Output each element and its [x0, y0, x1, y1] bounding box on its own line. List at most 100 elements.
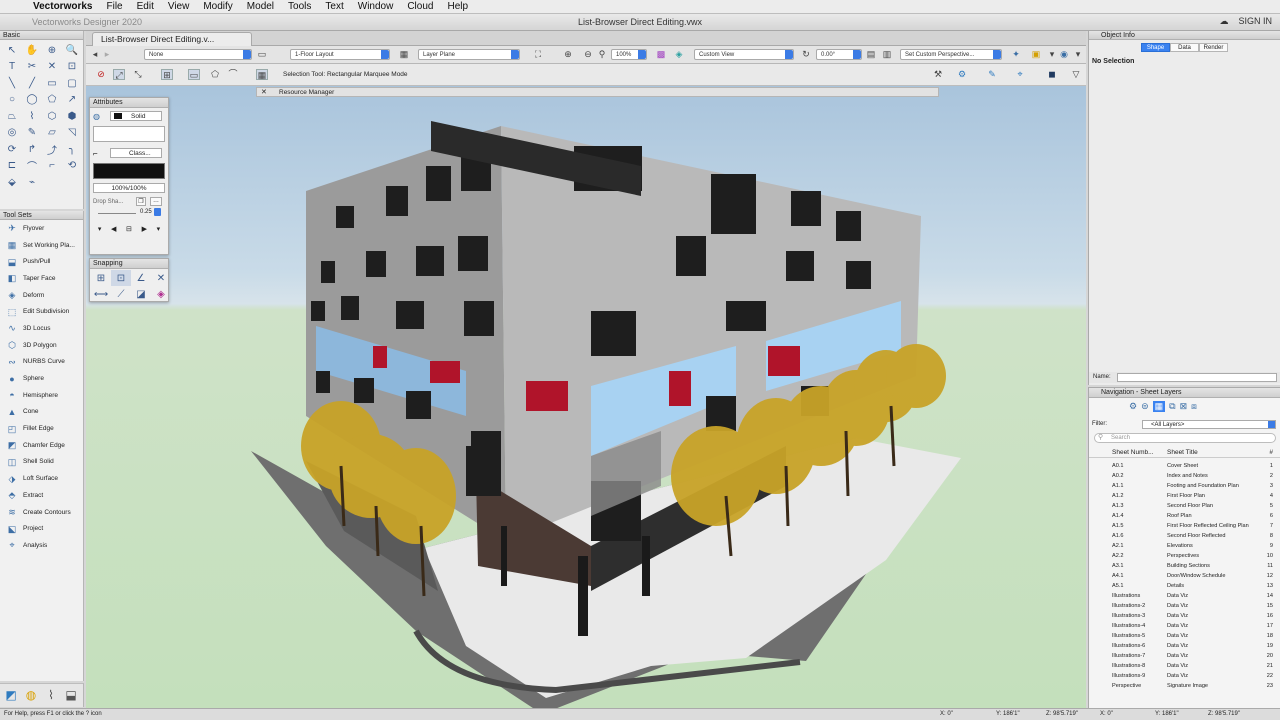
basic-tool-0-icon[interactable]: ↖: [2, 42, 22, 59]
basic-tool-17-icon[interactable]: ⌇: [22, 108, 42, 125]
tool-set-item[interactable]: ◩ Chamfer Edge: [0, 437, 83, 454]
basic-tool-27-icon[interactable]: ╮: [62, 141, 82, 158]
basic-tool-26-icon[interactable]: ⤴: [42, 141, 62, 158]
collapse-icon[interactable]: ▽: [1070, 69, 1082, 80]
lasso-marquee-icon[interactable]: ⌒: [227, 69, 239, 80]
tool-set-3d-modeling-icon[interactable]: ◩: [3, 687, 19, 703]
tool-set-item[interactable]: ◰ Fillet Edge: [0, 420, 83, 437]
snap-angle-icon[interactable]: ∠: [131, 270, 151, 286]
tool-set-visualization-icon[interactable]: ◍: [23, 687, 39, 703]
basic-tool-5-icon[interactable]: ✂: [22, 59, 42, 76]
more-icon[interactable]: ▾: [1072, 49, 1084, 60]
tool-set-item[interactable]: ⬓ Push/Pull: [0, 253, 83, 270]
sheet-layer-row[interactable]: A1.3 Second Floor Plan 5: [1089, 501, 1280, 511]
view-select[interactable]: Custom View: [694, 49, 794, 60]
camera-icon[interactable]: ⌖: [1014, 69, 1026, 80]
menu-tools[interactable]: Tools: [281, 1, 318, 12]
layer-options-icon[interactable]: ▦: [398, 49, 410, 60]
snap-working-plane-icon[interactable]: ◈: [151, 286, 171, 302]
tab-data[interactable]: Data: [1170, 43, 1199, 52]
basic-tool-30-icon[interactable]: ⌐: [42, 158, 62, 175]
tab-shape[interactable]: Shape: [1141, 43, 1170, 52]
flyover-icon[interactable]: ⚙: [956, 69, 968, 80]
menu-text[interactable]: Text: [318, 1, 350, 12]
drop-shadow-toggle[interactable]: ❐: [136, 197, 146, 206]
class-select[interactable]: None: [144, 49, 252, 60]
back-icon[interactable]: ◂: [89, 49, 101, 60]
tool-set-item[interactable]: ⬡ 3D Polygon: [0, 337, 83, 354]
sheet-layer-row[interactable]: Illustrations-3 Data Viz 16: [1089, 611, 1280, 621]
clip-cube-icon[interactable]: ⚒: [932, 69, 944, 80]
menu-window[interactable]: Window: [351, 1, 401, 12]
tool-set-item[interactable]: ⬘ Extract: [0, 487, 83, 504]
basic-tool-25-icon[interactable]: ↱: [22, 141, 42, 158]
tab-render[interactable]: Render: [1199, 43, 1228, 52]
drop-shadow-options[interactable]: …: [150, 197, 162, 206]
basic-tool-6-icon[interactable]: ✕: [42, 59, 62, 76]
fill-preview[interactable]: [93, 126, 165, 142]
pen-style-select[interactable]: Class...: [110, 148, 162, 158]
search-input[interactable]: Search: [1094, 433, 1276, 443]
sheet-layer-row[interactable]: Illustrations Data Viz 14: [1089, 591, 1280, 601]
menu-edit[interactable]: Edit: [130, 1, 161, 12]
tool-set-item[interactable]: ◫ Shell Solid: [0, 454, 83, 471]
tool-set-item[interactable]: ⬚ Edit Subdivision: [0, 303, 83, 320]
arrowheads-row[interactable]: ▾ ◀ ⊟ ▶ ▾: [93, 225, 165, 235]
tool-set-item[interactable]: ● Sphere: [0, 370, 83, 387]
page-icon[interactable]: ▥: [881, 49, 893, 60]
thickness-slider[interactable]: [98, 213, 136, 214]
pen-preview[interactable]: [93, 163, 165, 179]
snap-grid-icon[interactable]: ⊞: [91, 270, 111, 286]
sheet-layer-row[interactable]: A1.6 Second Floor Reflected 8: [1089, 531, 1280, 541]
tool-set-item[interactable]: ∿ 3D Locus: [0, 320, 83, 337]
basic-tool-23-icon[interactable]: ◹: [62, 125, 82, 142]
fit-objects-icon[interactable]: ⛶: [532, 49, 544, 60]
nav-classes-icon[interactable]: ⚙: [1129, 401, 1137, 412]
layer-select[interactable]: 1-Floor Layout: [290, 49, 390, 60]
sheet-layer-row[interactable]: Illustrations-4 Data Viz 17: [1089, 621, 1280, 631]
view-options-icon[interactable]: ▾: [1046, 49, 1058, 60]
saved-views-icon[interactable]: ▣: [1030, 49, 1042, 60]
nav-viewports-icon[interactable]: ⧉: [1169, 401, 1175, 412]
basic-tool-22-icon[interactable]: ▱: [42, 125, 62, 142]
sheet-layer-row[interactable]: A1.1 Footing and Foundation Plan 3: [1089, 481, 1280, 491]
sheet-layer-row[interactable]: A1.2 First Floor Plan 4: [1089, 491, 1280, 501]
sheet-layer-row[interactable]: Illustrations-8 Data Viz 21: [1089, 661, 1280, 671]
menu-view[interactable]: View: [161, 1, 197, 12]
close-icon[interactable]: ✕: [261, 88, 267, 97]
sheet-layer-row[interactable]: Illustrations-2 Data Viz 15: [1089, 601, 1280, 611]
tool-set-item[interactable]: ✈ Flyover: [0, 220, 83, 237]
tool-set-item[interactable]: ⬕ Project: [0, 520, 83, 537]
tool-set-item[interactable]: ∾ NURBS Curve: [0, 354, 83, 371]
snap-distance-icon[interactable]: ⟷: [91, 286, 111, 302]
menu-modify[interactable]: Modify: [196, 1, 239, 12]
drawing-viewport[interactable]: [86, 86, 1086, 708]
basic-tool-12-icon[interactable]: ○: [2, 92, 22, 109]
basic-tool-14-icon[interactable]: ⬠: [42, 92, 62, 109]
sheet-layer-row[interactable]: A2.2 Perspectives 10: [1089, 551, 1280, 561]
menu-app[interactable]: Vectorworks: [26, 1, 99, 12]
basic-tool-19-icon[interactable]: ⬢: [62, 108, 82, 125]
sheet-layer-row[interactable]: A1.5 First Floor Reflected Ceiling Plan 7: [1089, 521, 1280, 531]
name-field[interactable]: [1117, 373, 1277, 382]
class-options-icon[interactable]: ▭: [256, 49, 268, 60]
basic-tool-4-icon[interactable]: T: [2, 59, 22, 76]
tool-set-item[interactable]: ≋ Create Contours: [0, 504, 83, 521]
basic-tool-29-icon[interactable]: ⌒: [22, 158, 42, 175]
single-object-mode-icon[interactable]: ⤢: [113, 69, 125, 80]
basic-tool-32-icon[interactable]: ⬙: [2, 174, 22, 191]
projection-icon[interactable]: ◈: [673, 49, 685, 60]
nav-sheet-layers-icon[interactable]: ▦: [1152, 401, 1166, 412]
basic-tool-15-icon[interactable]: ↗: [62, 92, 82, 109]
tool-set-dimension-icon[interactable]: ⌇: [43, 687, 59, 703]
rotate-plan-icon[interactable]: ↻: [800, 49, 812, 60]
tool-set-item[interactable]: ▦ Set Working Pla...: [0, 237, 83, 254]
sheet-border-icon[interactable]: ▤: [865, 49, 877, 60]
lock-handles-icon[interactable]: ⊞: [161, 69, 173, 80]
sheet-layer-row[interactable]: Perspective Signature Image 23: [1089, 681, 1280, 691]
basic-tool-31-icon[interactable]: ⟲: [62, 158, 82, 175]
tool-set-item[interactable]: ◓ Hemisphere: [0, 387, 83, 404]
basic-tool-1-icon[interactable]: ✋: [22, 42, 42, 59]
basic-tool-16-icon[interactable]: ⏢: [2, 108, 22, 125]
thickness-stepper[interactable]: [154, 208, 161, 216]
